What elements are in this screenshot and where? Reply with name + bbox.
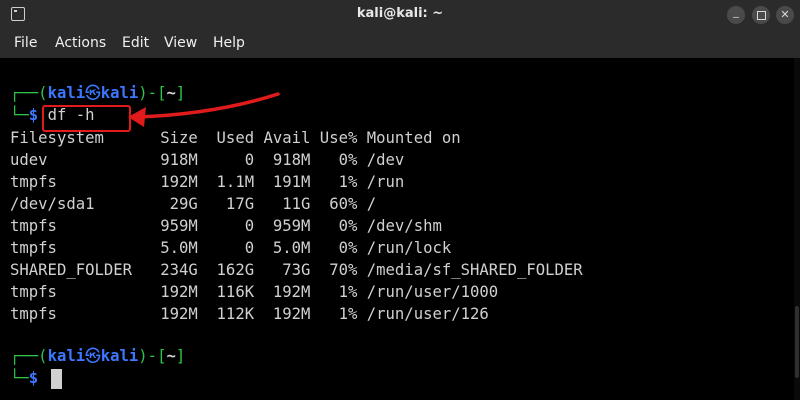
df-row: udev 918M 0 918M 0% /dev: [10, 151, 405, 169]
df-row: /dev/sda1 29G 17G 11G 60% /: [10, 195, 377, 213]
prompt-line-input: └─$: [10, 367, 62, 389]
kali-separator-icon: ㉿: [85, 347, 101, 365]
df-row: SHARED_FOLDER 234G 162G 73G 70% /media/s…: [10, 261, 583, 279]
text-cursor[interactable]: [50, 368, 62, 389]
menu-help[interactable]: Help: [213, 35, 245, 51]
maximize-button[interactable]: [752, 6, 770, 24]
df-row: tmpfs 192M 1.1M 191M 1% /run: [10, 173, 405, 191]
minimize-button[interactable]: _: [727, 5, 745, 24]
maximize-icon: [756, 11, 766, 20]
menu-file[interactable]: File: [14, 35, 37, 51]
menu-bar: File Actions Edit View Help: [0, 30, 800, 58]
terminal-area[interactable]: ┌──(kali㉿kali)-[~] └─$ df -h Filesystem …: [0, 58, 800, 400]
df-row: tmpfs 192M 116K 192M 1% /run/user/1000: [10, 283, 499, 301]
kali-separator-icon: ㉿: [85, 84, 101, 102]
menu-edit[interactable]: Edit: [122, 35, 149, 51]
window-title: kali@kali: ~: [356, 6, 444, 21]
df-row: tmpfs 5.0M 0 5.0M 0% /run/lock: [10, 239, 452, 257]
prompt-user: kali: [47, 84, 86, 102]
title-bar: kali@kali: ~ _ ✕: [0, 0, 800, 30]
menu-actions[interactable]: Actions: [55, 35, 106, 51]
scrollbar-thumb[interactable]: [795, 306, 799, 378]
df-row: tmpfs 959M 0 959M 0% /dev/shm: [10, 217, 442, 235]
scrollbar[interactable]: [794, 58, 800, 400]
close-button[interactable]: ✕: [776, 6, 794, 24]
df-row: tmpfs 192M 112K 192M 1% /run/user/126: [10, 305, 489, 323]
menu-view[interactable]: View: [164, 35, 197, 51]
prompt-line-top-2: ┌──(kali㉿kali)-[~]: [10, 347, 186, 365]
df-header: Filesystem Size Used Avail Use% Mounted …: [10, 129, 461, 147]
